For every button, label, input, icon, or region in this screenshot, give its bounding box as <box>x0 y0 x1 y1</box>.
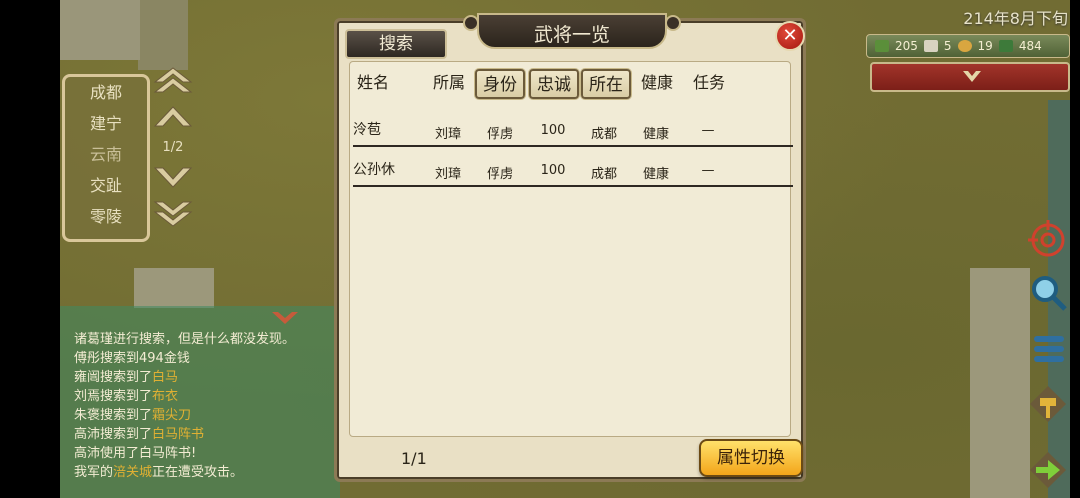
general-location: 成都 <box>590 127 617 142</box>
hammer-icon <box>1030 386 1066 422</box>
general-loyalty: 100 <box>540 123 566 138</box>
general-name: 公孙休 <box>353 162 395 178</box>
log-item: 涪关城 <box>113 465 153 480</box>
general-task: — <box>701 163 715 178</box>
log-item: 布衣 <box>152 389 179 404</box>
map-road <box>138 0 188 70</box>
screen-border <box>0 0 60 498</box>
general-faction: 刘璋 <box>434 127 461 142</box>
up-arrow-icon[interactable] <box>151 102 195 132</box>
city-page-indicator: 1/2 <box>162 140 184 155</box>
resource-bar: 205 5 19 484 <box>866 34 1070 58</box>
items-count: 5 <box>943 39 952 53</box>
expand-menu-bar[interactable] <box>870 62 1070 92</box>
log-text: 高沛搜索到了 <box>74 427 153 442</box>
generals-count: 19 <box>977 39 993 53</box>
header-loyalty[interactable]: 忠诚 <box>529 69 579 99</box>
city-item[interactable]: 建宁 <box>65 108 147 139</box>
log-text: 我军的 <box>74 465 114 480</box>
attribute-switch-button[interactable]: 属性切换 <box>699 439 803 477</box>
list-button[interactable] <box>1026 324 1070 372</box>
dialog-footer: 1/1 属性切换 <box>341 437 803 479</box>
dialog-title-plate: 武将一览 <box>463 13 681 53</box>
general-status: 俘虏 <box>486 127 513 142</box>
log-item: 白马阵书 <box>152 427 205 442</box>
table-row[interactable]: 公孙休 刘璋 俘虏 100 成都 健康 — <box>353 159 793 187</box>
city-item[interactable]: 交趾 <box>65 170 147 201</box>
city-pager: 1/2 <box>150 66 196 246</box>
search-map-button[interactable] <box>1026 268 1070 316</box>
log-line: 高沛搜索到了白马阵书 <box>74 425 344 444</box>
next-turn-button[interactable] <box>1026 446 1070 494</box>
generals-table-area <box>349 61 791 437</box>
general-location: 成都 <box>590 167 617 182</box>
general-name: 泠苞 <box>353 122 381 138</box>
header-health[interactable]: 健康 <box>637 69 677 99</box>
table-row[interactable]: 泠苞 刘璋 俘虏 100 成都 健康 — <box>353 119 793 147</box>
log-text: 朱褒搜索到了 <box>74 408 153 423</box>
header-name[interactable]: 姓名 <box>353 69 393 99</box>
city-item[interactable]: 成都 <box>65 77 147 108</box>
table-header: 姓名 所属 身份 忠诚 所在 健康 任务 <box>353 69 789 99</box>
general-faction: 刘璋 <box>434 167 461 182</box>
general-icon <box>957 40 972 52</box>
dialog-title: 武将一览 <box>533 24 610 46</box>
event-log: 诸葛瑾进行搜索，但是什么都没发现。 傅彤搜索到494金钱 雍闿搜索到了白马 刘焉… <box>74 330 344 482</box>
arrow-right-icon <box>1030 452 1066 488</box>
scroll-icon <box>923 40 938 52</box>
down-arrow-icon[interactable] <box>151 162 195 192</box>
log-text: 雍闿搜索到了 <box>74 370 153 385</box>
log-item: 霜尖刀 <box>152 408 192 423</box>
close-icon[interactable]: ✕ <box>775 21 805 51</box>
magnifier-icon <box>1032 276 1067 311</box>
log-line: 我军的涪关城正在遭受攻击。 <box>74 463 344 482</box>
screen-border <box>1070 0 1080 498</box>
log-line: 雍闿搜索到了白马 <box>74 368 344 387</box>
map-road <box>60 0 140 60</box>
log-text: 正在遭受攻击。 <box>152 465 244 480</box>
target-button[interactable] <box>1026 216 1070 264</box>
gold-icon <box>998 40 1013 52</box>
header-faction[interactable]: 所属 <box>429 69 469 99</box>
header-task[interactable]: 任务 <box>689 69 729 99</box>
general-status: 俘虏 <box>486 167 513 182</box>
general-health: 健康 <box>642 127 669 142</box>
log-line: 诸葛瑾进行搜索，但是什么都没发现。 <box>74 332 296 347</box>
double-up-arrow-icon[interactable] <box>151 66 195 96</box>
game-date: 214年8月下旬 <box>963 9 1068 28</box>
general-loyalty: 100 <box>540 163 566 178</box>
chevron-down-icon <box>963 71 981 82</box>
page-indicator: 1/1 <box>401 449 427 468</box>
build-button[interactable] <box>1026 380 1070 428</box>
header-status[interactable]: 身份 <box>475 69 525 99</box>
log-text: 刘焉搜索到了 <box>74 389 153 404</box>
general-task: — <box>701 123 715 138</box>
log-line: 傅彤搜索到494金钱 <box>74 351 190 366</box>
generals-list-dialog: 武将一览 搜索 ✕ 姓名 所属 身份 忠诚 所在 健康 任务 泠苞 刘璋 俘虏 … <box>334 13 806 482</box>
map-road <box>134 268 214 308</box>
log-item: 白马 <box>152 370 179 385</box>
troops-icon <box>875 40 889 52</box>
crosshair-icon <box>1028 220 1065 257</box>
log-line: 朱褒搜索到了霜尖刀 <box>74 406 344 425</box>
log-line: 高沛使用了白马阵书! <box>74 446 197 461</box>
city-item[interactable]: 云南 <box>65 139 147 170</box>
map-road <box>970 268 1030 498</box>
list-icon <box>1034 336 1064 362</box>
general-health: 健康 <box>642 167 669 182</box>
log-line: 刘焉搜索到了布衣 <box>74 387 344 406</box>
header-location[interactable]: 所在 <box>581 69 631 99</box>
city-list: 成都 建宁 云南 交趾 零陵 <box>62 74 150 242</box>
double-down-arrow-icon[interactable] <box>151 198 195 228</box>
city-item[interactable]: 零陵 <box>65 201 147 232</box>
log-collapse-icon[interactable] <box>270 310 300 332</box>
search-button[interactable]: 搜索 <box>345 29 447 59</box>
gold-count: 484 <box>1018 39 1042 53</box>
troops-count: 205 <box>895 39 918 53</box>
